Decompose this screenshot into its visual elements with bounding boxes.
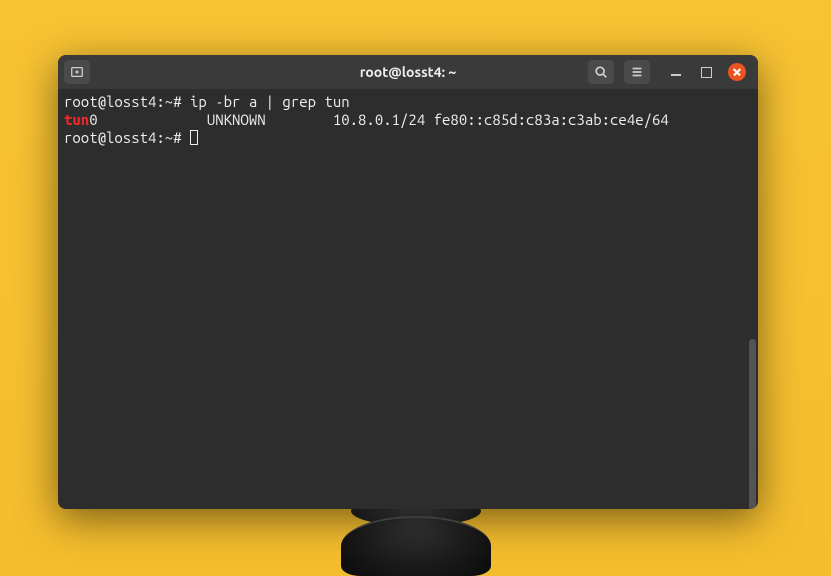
command-1-text: ip -br a | grep tun [190,93,350,110]
cursor [190,130,198,145]
prompt-2: root@losst4:~# [64,129,182,146]
terminal-output-area[interactable]: root@losst4:~# ip -br a | grep tuntun0 U… [58,89,758,509]
command-line-1: root@losst4:~# ip -br a | grep tun [64,93,752,111]
minimize-button[interactable] [668,64,684,80]
titlebar-right [588,60,752,84]
search-button[interactable] [588,60,614,84]
grep-highlight: tun [64,111,89,128]
window-controls [668,63,746,81]
titlebar-left [64,60,90,84]
scrollbar[interactable] [749,339,756,509]
output-line-1: tun0 UNKNOWN 10.8.0.1/24 fe80::c85d:c83a… [64,111,752,129]
maximize-button[interactable] [698,64,714,80]
iface-rest: 0 [89,111,207,128]
prompt-1: root@losst4:~# [64,93,182,110]
command-line-2: root@losst4:~# [64,129,752,147]
terminal-window: root@losst4: ~ root@losst4:~# ip -br a |… [58,55,758,509]
window-title: root@losst4: ~ [360,64,457,80]
window-titlebar: root@losst4: ~ [58,55,758,89]
menu-button[interactable] [624,60,650,84]
iface-state: UNKNOWN [207,111,333,128]
close-button[interactable] [728,63,746,81]
iface-addrs: 10.8.0.1/24 fe80::c85d:c83a:c3ab:ce4e/64 [333,111,677,128]
new-tab-button[interactable] [64,60,90,84]
